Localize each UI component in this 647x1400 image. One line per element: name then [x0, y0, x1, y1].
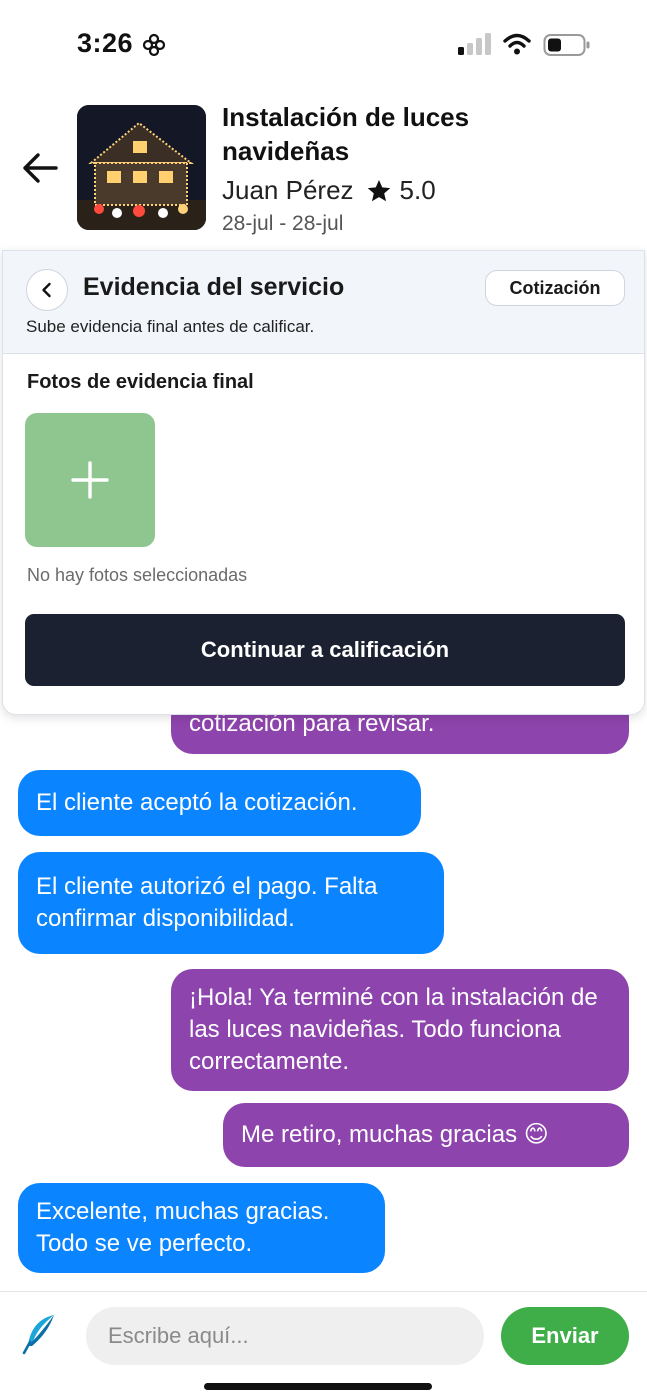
message-bubble: Me retiro, muchas gracias 😊 — [223, 1103, 629, 1167]
chevron-left-icon — [42, 282, 51, 298]
signal-icon — [458, 33, 491, 55]
service-title: Instalación de luces navideñas — [222, 102, 470, 166]
battery-icon — [543, 34, 590, 56]
message-bubble: Excelente, muchas gracias. Todo se ve pe… — [18, 1183, 385, 1273]
status-time: 3:26 — [77, 28, 134, 58]
service-photo — [77, 105, 206, 230]
continue-to-rating-button[interactable]: Continuar a calificación — [25, 614, 625, 686]
panel-back-button[interactable] — [26, 269, 68, 311]
star-icon — [367, 179, 390, 201]
provider-name: Juan Pérez — [222, 175, 354, 205]
evidence-panel-header: Evidencia del servicio Cotización Sube e… — [3, 251, 644, 354]
service-header: Instalación de luces navideñas Juan Pére… — [0, 90, 647, 250]
message-bubble: El cliente autorizó el pago. Falta confi… — [18, 852, 444, 954]
message-input[interactable] — [86, 1307, 484, 1365]
no-photos-text: No hay fotos seleccionadas — [27, 565, 248, 585]
status-bar: 3:26 — [0, 0, 647, 90]
panel-subtitle: Sube evidencia final antes de calificar. — [26, 317, 315, 336]
photos-section-title: Fotos de evidencia final — [27, 371, 254, 393]
evidence-panel: Evidencia del servicio Cotización Sube e… — [2, 250, 645, 715]
back-arrow-icon[interactable] — [20, 150, 60, 186]
plus-icon — [71, 461, 109, 499]
message-text: El cliente autorizó el pago. Falta confi… — [36, 873, 378, 932]
feather-icon — [22, 1315, 54, 1355]
rating-value: 5.0 — [399, 175, 436, 205]
quote-button[interactable]: Cotización — [485, 270, 625, 306]
screen: 3:26 Instalación de luces navideñas Juan… — [0, 0, 647, 1400]
message-text: El cliente aceptó la cotización. — [36, 789, 358, 816]
message-text: Excelente, muchas gracias. Todo se ve pe… — [36, 1198, 330, 1257]
send-button[interactable]: Enviar — [501, 1307, 629, 1365]
provider-row: Juan Pérez 5.0 — [222, 175, 436, 206]
message-text: Me retiro, muchas gracias 😊 — [241, 1121, 549, 1148]
wifi-icon — [503, 33, 531, 55]
message-bubble: ¡Hola! Ya terminé con la instalación de … — [171, 969, 629, 1091]
focus-flower-icon — [142, 33, 166, 57]
panel-title: Evidencia del servicio — [83, 273, 345, 301]
date-range: 28-jul - 28-jul — [222, 212, 344, 235]
message-text: ¡Hola! Ya terminé con la instalación de … — [189, 984, 598, 1075]
add-photo-button[interactable] — [25, 413, 155, 547]
home-indicator — [204, 1383, 432, 1390]
message-bubble: El cliente aceptó la cotización. — [18, 770, 421, 836]
